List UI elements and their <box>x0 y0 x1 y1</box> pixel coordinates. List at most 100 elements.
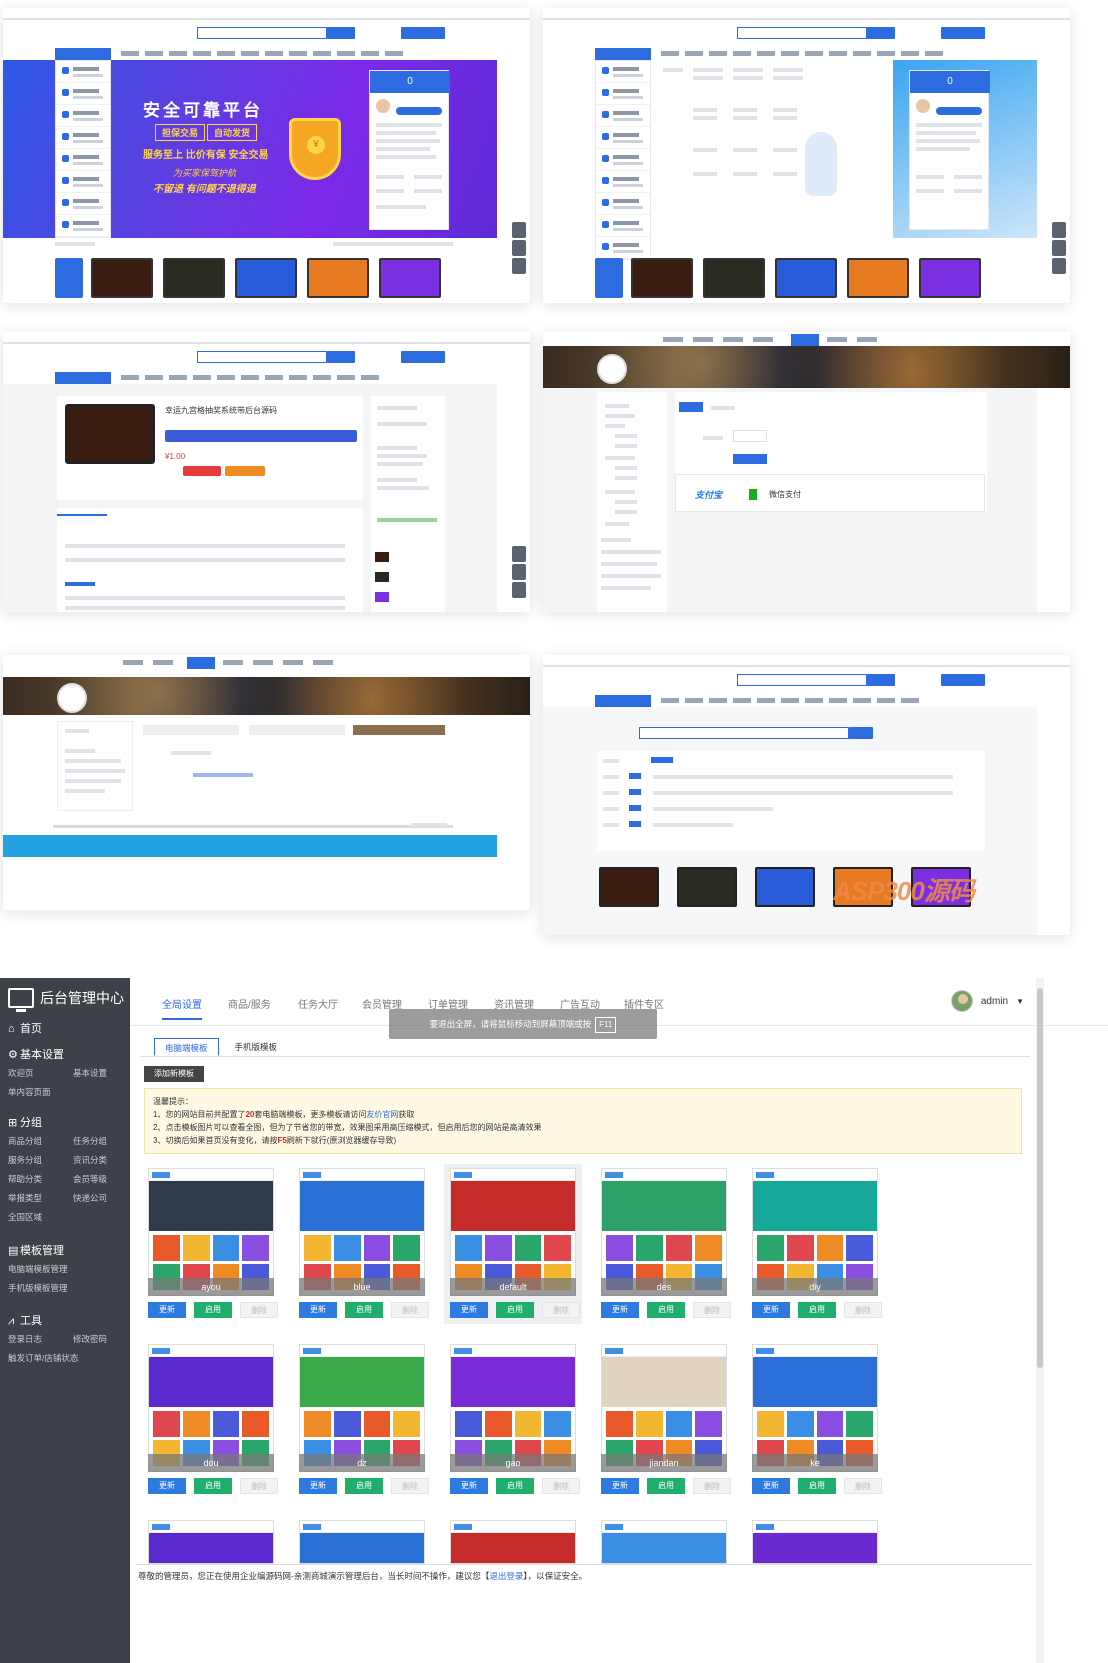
template-card-dou: dou 更新 启用 删除 <box>142 1340 280 1500</box>
delete-button[interactable]: 删除 <box>240 1478 278 1494</box>
template-preview-image[interactable] <box>299 1168 425 1296</box>
enable-button[interactable]: 启用 <box>496 1302 534 1318</box>
add-template-button[interactable]: 添加新模板 <box>144 1066 204 1082</box>
template-preview-image[interactable] <box>450 1344 576 1472</box>
home-icon: ⌂ <box>8 1023 15 1035</box>
divider <box>140 1056 1030 1057</box>
enable-button[interactable]: 启用 <box>798 1302 836 1318</box>
sidebar-item[interactable]: 服务分组 <box>0 1151 65 1170</box>
sidebar-item-change-password[interactable]: 修改密码 <box>65 1330 130 1349</box>
delete-button[interactable]: 删除 <box>844 1478 882 1494</box>
logo: 后台管理中心 <box>0 978 130 1018</box>
enable-button[interactable]: 启用 <box>647 1302 685 1318</box>
watermark: ASP300源码 <box>833 876 975 906</box>
enable-button[interactable]: 启用 <box>798 1478 836 1494</box>
f11-key: F11 <box>595 1017 617 1033</box>
template-card-dz: dz 更新 启用 删除 <box>293 1340 431 1500</box>
sidebar-item[interactable]: 商品分组 <box>0 1132 65 1151</box>
enable-button[interactable]: 启用 <box>345 1302 383 1318</box>
notice-line: 2、点击模板图片可以查看全图，但为了节省您的带宽，效果图采用高压缩模式，但启用后… <box>153 1123 542 1132</box>
notice-line: 1、您的网站目前共配置了20套电脑端模板，更多模板请访问友价官网获取 <box>153 1110 415 1119</box>
sidebar-item-trigger-status[interactable]: 触发订单/店铺状态 <box>0 1349 130 1368</box>
template-preview-image[interactable] <box>601 1168 727 1296</box>
sidebar-title: 后台管理中心 <box>40 990 124 1006</box>
update-button[interactable]: 更新 <box>450 1302 488 1318</box>
sidebar-item-login-log[interactable]: 登录日志 <box>0 1330 65 1349</box>
sidebar-item-welcome[interactable]: 欢迎页 <box>0 1064 65 1083</box>
alipay-logo: 支付宝 <box>695 490 723 500</box>
sidebar-item-single-page[interactable]: 单内容页面 <box>0 1083 65 1102</box>
template-preview-image[interactable] <box>299 1344 425 1472</box>
enable-button[interactable]: 启用 <box>647 1478 685 1494</box>
template-card-ke: ke 更新 启用 删除 <box>746 1340 884 1500</box>
scrollbar[interactable] <box>1036 978 1044 1663</box>
delete-button[interactable]: 删除 <box>693 1302 731 1318</box>
sidebar-item[interactable]: 全国区域 <box>0 1208 65 1227</box>
notice-line: 3、切换后如果首页没有变化，请按F5刷新下就行(原浏览器缓存导致) <box>153 1136 397 1145</box>
delete-button[interactable]: 删除 <box>240 1302 278 1318</box>
tab-goods[interactable]: 商品/服务 <box>228 996 271 1011</box>
template-preview-image[interactable] <box>148 1344 274 1472</box>
update-button[interactable]: 更新 <box>752 1302 790 1318</box>
tab-global-settings[interactable]: 全局设置 <box>162 996 202 1011</box>
template-preview-image[interactable] <box>752 1344 878 1472</box>
update-button[interactable]: 更新 <box>601 1478 639 1494</box>
tab-pc-template[interactable]: 电脑端模板 <box>154 1038 219 1056</box>
update-button[interactable]: 更新 <box>299 1302 337 1318</box>
enable-button[interactable]: 启用 <box>194 1478 232 1494</box>
update-button[interactable]: 更新 <box>299 1478 337 1494</box>
template-preview-image[interactable] <box>450 1520 576 1564</box>
template-name: ke <box>752 1454 878 1472</box>
delete-button[interactable]: 删除 <box>391 1478 429 1494</box>
template-preview-image[interactable] <box>752 1168 878 1296</box>
update-button[interactable]: 更新 <box>450 1478 488 1494</box>
template-preview-image[interactable] <box>299 1520 425 1564</box>
update-button[interactable]: 更新 <box>148 1302 186 1318</box>
preview-homepage: 安全可靠平台 担保交易 自动发货 服务至上 比价有保 安全交易 为买家保驾护航 … <box>3 8 530 303</box>
user-menu[interactable]: admin ▼ <box>950 990 1024 1012</box>
update-button[interactable]: 更新 <box>752 1478 790 1494</box>
template-name: ayou <box>148 1278 274 1296</box>
template-preview-image[interactable] <box>148 1168 274 1296</box>
scrollbar-thumb[interactable] <box>1037 988 1043 1368</box>
menu-heading: ▤ 模板管理 <box>0 1242 130 1260</box>
template-preview-image[interactable] <box>601 1344 727 1472</box>
template-name: gao <box>450 1454 576 1472</box>
template-card-partial <box>142 1516 280 1564</box>
official-site-link[interactable]: 友价官网 <box>366 1110 398 1119</box>
sidebar-item[interactable]: 会员等级 <box>65 1170 130 1189</box>
sidebar-item-mobile-template[interactable]: 手机版模板管理 <box>0 1279 130 1298</box>
delete-button[interactable]: 删除 <box>542 1302 580 1318</box>
template-card-jiandan: jiandan 更新 启用 删除 <box>595 1340 733 1500</box>
sidebar-item-pc-template[interactable]: 电脑端模板管理 <box>0 1260 130 1279</box>
enable-button[interactable]: 启用 <box>194 1302 232 1318</box>
logout-link[interactable]: 退出登录 <box>489 1571 523 1581</box>
sidebar-item[interactable]: 帮助分类 <box>0 1170 65 1189</box>
menu-section-template: ▤ 模板管理 电脑端模板管理 手机版模板管理 <box>0 1242 130 1298</box>
update-button[interactable]: 更新 <box>601 1302 639 1318</box>
preview-category: 0 <box>543 8 1070 303</box>
tab-mobile-template[interactable]: 手机版模板 <box>225 1038 288 1056</box>
sidebar-item[interactable]: 任务分组 <box>65 1132 130 1151</box>
menu-heading: ⩘ 工具 <box>0 1312 130 1330</box>
delete-button[interactable]: 删除 <box>844 1302 882 1318</box>
delete-button[interactable]: 删除 <box>391 1302 429 1318</box>
template-preview-image[interactable] <box>148 1520 274 1564</box>
update-button[interactable]: 更新 <box>148 1478 186 1494</box>
template-preview-image[interactable] <box>601 1520 727 1564</box>
sidebar-item[interactable]: 快递公司 <box>65 1189 130 1208</box>
template-preview-image[interactable] <box>752 1520 878 1564</box>
sidebar-item-basic-settings[interactable]: 基本设置 <box>65 1064 130 1083</box>
tab-tasks[interactable]: 任务大厅 <box>298 996 338 1011</box>
enable-button[interactable]: 启用 <box>496 1478 534 1494</box>
sidebar-item[interactable]: 资讯分类 <box>65 1151 130 1170</box>
delete-button[interactable]: 删除 <box>693 1478 731 1494</box>
menu-section-basic: ⚙ 基本设置 欢迎页 基本设置 单内容页面 <box>0 1046 130 1102</box>
sidebar-item-home[interactable]: ⌂ 首页 <box>0 1020 130 1038</box>
delete-button[interactable]: 删除 <box>542 1478 580 1494</box>
enable-button[interactable]: 启用 <box>345 1478 383 1494</box>
hero-tag: 担保交易 <box>155 124 206 141</box>
sidebar-item[interactable]: 举报类型 <box>0 1189 65 1208</box>
template-preview-image[interactable] <box>450 1168 576 1296</box>
hero-script: 为买家保驾护航 <box>173 168 237 178</box>
